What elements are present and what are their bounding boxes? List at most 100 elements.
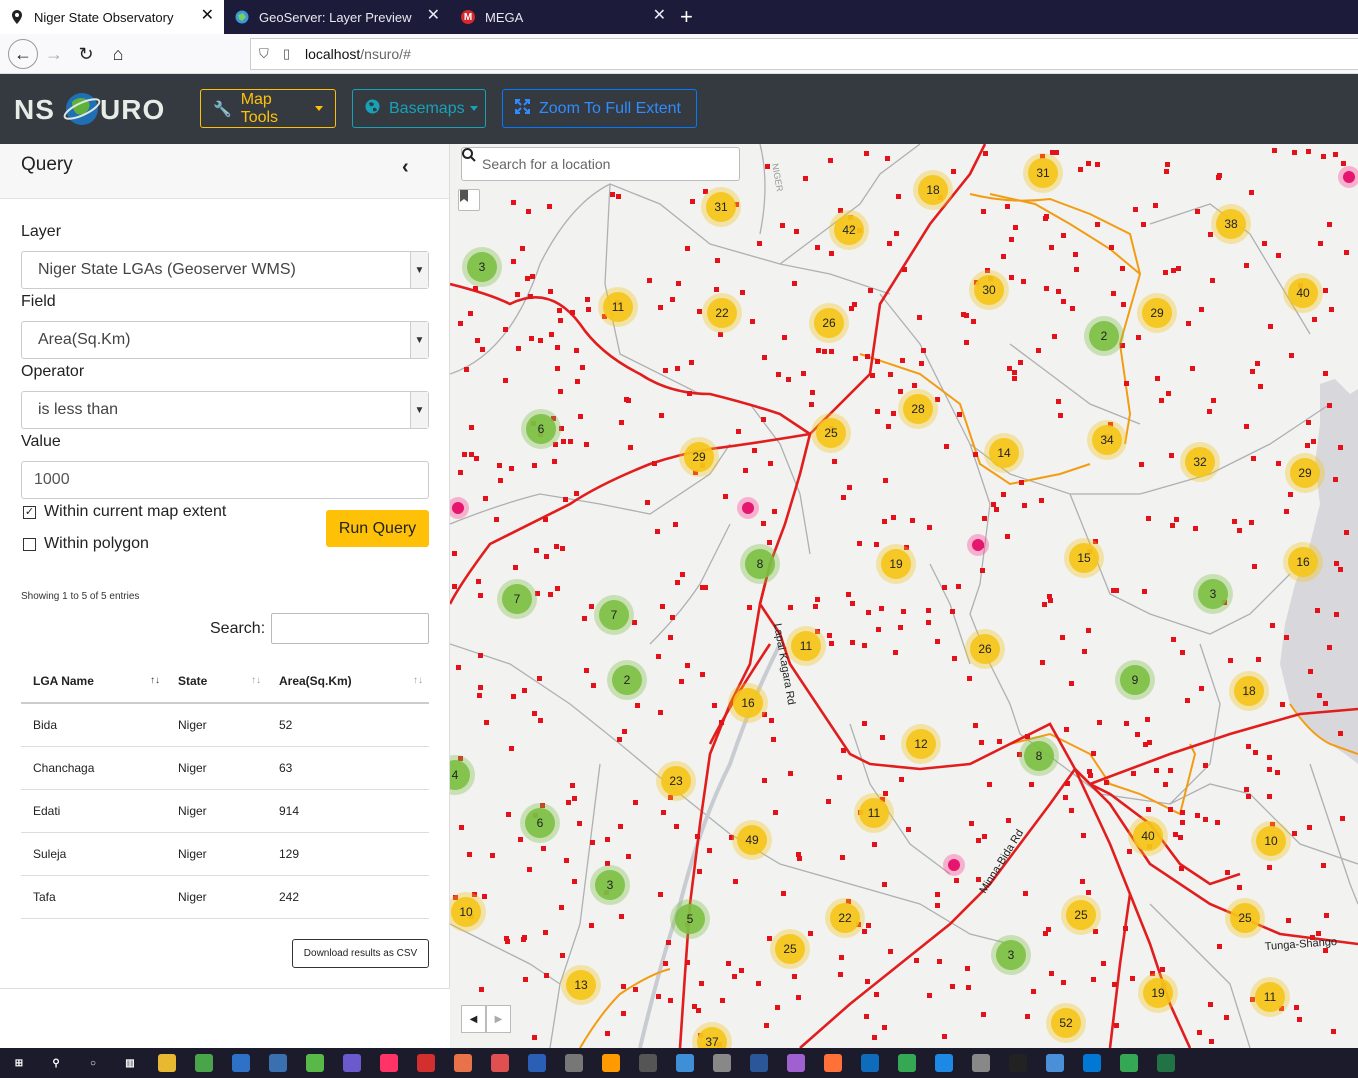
cluster-marker[interactable]: 2 <box>607 660 647 700</box>
table-row[interactable]: Tafa Niger 242 <box>21 875 429 919</box>
home-icon[interactable]: ⌂ <box>106 42 130 66</box>
cluster-marker[interactable]: 25 <box>1061 895 1101 935</box>
field-select[interactable]: Area(Sq.Km) ▼ <box>21 321 429 359</box>
cluster-marker[interactable]: 11 <box>854 793 894 833</box>
table-row[interactable]: Suleja Niger 129 <box>21 832 429 876</box>
cluster-marker[interactable]: 12 <box>901 724 941 764</box>
cluster-marker[interactable]: 8 <box>1019 736 1059 776</box>
cluster-marker[interactable]: 37 <box>692 1022 732 1048</box>
acrobat-icon[interactable] <box>417 1054 435 1072</box>
url-bar[interactable]: ⛉ ▯ localhost/nsuro/# <box>250 38 1358 70</box>
cluster-marker[interactable]: 2 <box>1084 316 1124 356</box>
cluster-marker[interactable]: 40 <box>1283 273 1323 313</box>
mail-icon[interactable] <box>935 1054 953 1072</box>
app-icon-3[interactable] <box>491 1054 509 1072</box>
search-app-icon[interactable] <box>676 1054 694 1072</box>
map-canvas[interactable]: Lapai Kagara Rd Minna-Bida Rd Tunga-Shan… <box>450 144 1358 1048</box>
cluster-marker[interactable]: 3 <box>1193 574 1233 614</box>
app-icon-5[interactable] <box>713 1054 731 1072</box>
nsuro-logo[interactable]: NS URO <box>14 90 178 128</box>
chrome-icon[interactable] <box>898 1054 916 1072</box>
cluster-marker[interactable]: 29 <box>1137 293 1177 333</box>
layer-select[interactable]: Niger State LGAs (Geoserver WMS) ▼ <box>21 251 429 289</box>
table-row[interactable]: Bida Niger 52 <box>21 703 429 747</box>
cluster-marker[interactable]: 10 <box>1251 821 1291 861</box>
map-tools-button[interactable]: 🔧 Map Tools <box>200 89 336 128</box>
tab-geoserver[interactable]: GeoServer: Layer Preview ✕ <box>225 0 450 34</box>
cluster-marker[interactable]: 15 <box>1064 538 1104 578</box>
cluster-marker[interactable]: 14 <box>984 433 1024 473</box>
cluster-marker[interactable]: 31 <box>1023 153 1063 193</box>
checkbox-checked-icon[interactable]: ✓ <box>23 505 36 519</box>
cluster-marker[interactable]: 6 <box>520 803 560 843</box>
app-icon-2[interactable] <box>454 1054 472 1072</box>
outlook-icon[interactable] <box>861 1054 879 1072</box>
new-tab-icon[interactable]: + <box>680 4 693 30</box>
download-csv-button[interactable]: Download results as CSV <box>292 939 429 968</box>
back-icon[interactable]: ← <box>8 39 38 69</box>
cluster-marker[interactable]: 31 <box>701 187 741 227</box>
word-icon[interactable] <box>750 1054 768 1072</box>
cluster-marker[interactable]: 3 <box>462 247 502 287</box>
cluster-marker[interactable]: 3 <box>590 865 630 905</box>
cluster-marker[interactable]: 34 <box>1087 420 1127 460</box>
cluster-marker[interactable]: 6 <box>521 409 561 449</box>
cluster-marker[interactable]: 18 <box>1229 671 1269 711</box>
cluster-marker[interactable]: 49 <box>732 820 772 860</box>
within-extent-checkbox[interactable]: ✓ Within current map extent <box>23 503 226 521</box>
next-extent-button[interactable]: ▶ <box>486 1005 511 1033</box>
tab-mega[interactable]: M MEGA ✕ <box>451 0 676 34</box>
cluster-marker[interactable]: 10 <box>450 892 486 932</box>
forward-icon[interactable]: → <box>42 42 66 66</box>
table-row[interactable]: Edati Niger 914 <box>21 789 429 833</box>
cluster-marker[interactable]: 40 <box>1128 816 1168 856</box>
task-view-icon[interactable]: ▥ <box>121 1054 139 1072</box>
table-search-input[interactable] <box>271 613 429 644</box>
cluster-marker[interactable]: 29 <box>679 437 719 477</box>
cluster-marker[interactable]: 25 <box>811 413 851 453</box>
close-tab-icon[interactable]: ✕ <box>427 8 440 24</box>
checkbox-unchecked-icon[interactable] <box>23 537 36 551</box>
column-header-lga-name[interactable]: LGA Name ↑↓ <box>21 659 166 704</box>
shield-icon[interactable]: ⛉ <box>259 46 273 62</box>
table-row[interactable]: Chanchaga Niger 63 <box>21 746 429 790</box>
reload-icon[interactable]: ↻ <box>74 42 98 66</box>
previous-extent-button[interactable]: ◀ <box>461 1005 486 1033</box>
pgadmin-icon[interactable] <box>269 1054 287 1072</box>
visio-icon[interactable] <box>528 1054 546 1072</box>
cluster-marker[interactable]: 18 <box>913 170 953 210</box>
run-query-button[interactable]: Run Query <box>326 510 429 547</box>
app-icon-6[interactable] <box>787 1054 805 1072</box>
cluster-marker[interactable]: 52 <box>1046 1003 1086 1043</box>
vscode-icon[interactable] <box>232 1054 250 1072</box>
cluster-marker[interactable]: 11 <box>786 626 826 666</box>
chrome-2-icon[interactable] <box>1120 1054 1138 1072</box>
firefox-icon[interactable] <box>824 1054 842 1072</box>
zoom-full-extent-button[interactable]: Zoom To Full Extent <box>502 89 697 128</box>
cluster-marker[interactable]: 22 <box>702 293 742 333</box>
cluster-marker[interactable]: 4 <box>450 755 475 795</box>
cluster-marker[interactable]: 19 <box>1138 973 1178 1013</box>
cluster-marker[interactable]: 19 <box>876 544 916 584</box>
cluster-marker[interactable]: 7 <box>594 595 634 635</box>
geo-icon[interactable] <box>195 1054 213 1072</box>
cmd-icon[interactable] <box>1009 1054 1027 1072</box>
illustrator-icon[interactable] <box>602 1054 620 1072</box>
column-header-area[interactable]: Area(Sq.Km) ↑↓ <box>267 659 429 704</box>
cluster-marker[interactable]: 11 <box>1250 977 1290 1017</box>
app-icon-4[interactable] <box>565 1054 583 1072</box>
cluster-marker[interactable]: 8 <box>740 544 780 584</box>
network-icon[interactable] <box>972 1054 990 1072</box>
basemaps-button[interactable]: Basemaps <box>352 89 486 128</box>
cluster-marker[interactable]: 32 <box>1180 442 1220 482</box>
vector-icon[interactable] <box>639 1054 657 1072</box>
cluster-marker[interactable]: 25 <box>770 929 810 969</box>
close-tab-icon[interactable]: ✕ <box>653 8 666 24</box>
cluster-marker[interactable]: 26 <box>809 303 849 343</box>
cluster-marker[interactable]: 16 <box>728 683 768 723</box>
qgis-icon[interactable] <box>306 1054 324 1072</box>
cluster-marker[interactable]: 30 <box>969 270 1009 310</box>
bookmark-icon[interactable] <box>458 189 480 211</box>
tab-niger-state-observatory[interactable]: Niger State Observatory ✕ <box>0 0 224 34</box>
cluster-marker[interactable]: 5 <box>670 899 710 939</box>
